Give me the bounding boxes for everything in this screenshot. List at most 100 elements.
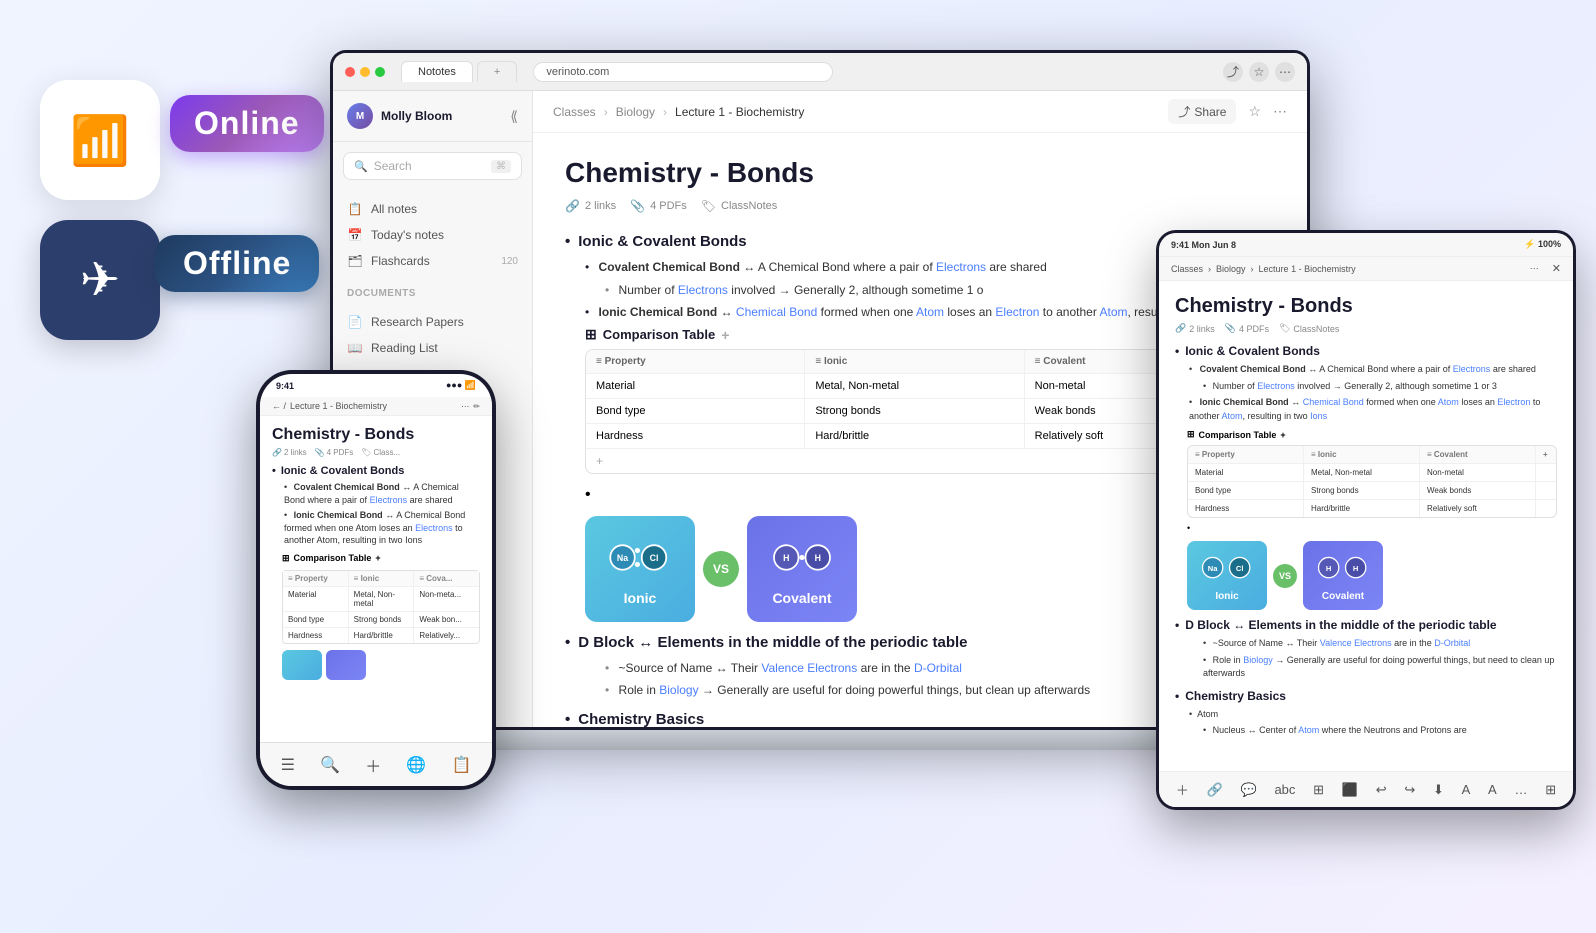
phone-back-btn[interactable]: ← /: [272, 401, 286, 411]
close-dot[interactable]: [345, 67, 355, 77]
sidebar-header: M Molly Bloom ⟪: [333, 91, 532, 142]
sidebar-item-today[interactable]: 📅 Today's notes: [333, 222, 532, 248]
phone-add-col-btn[interactable]: +: [375, 553, 380, 563]
toolbar-font-a-icon[interactable]: A: [1462, 782, 1471, 797]
breadcrumb-biology[interactable]: Biology: [616, 105, 655, 119]
phone-nav-menu[interactable]: ☰: [281, 755, 295, 775]
minimize-dot[interactable]: [360, 67, 370, 77]
tablet-frame: 9:41 Mon Jun 8 ⚡ 100% Classes › Biology …: [1156, 230, 1576, 810]
tablet-close-btn[interactable]: ✕: [1552, 262, 1561, 275]
tablet-breadcrumb-classes[interactable]: Classes: [1171, 264, 1203, 274]
tablet-cell-bond-covalent: Weak bonds: [1420, 482, 1536, 499]
browser-actions: ⤴ ☆ ⋯: [1223, 62, 1295, 82]
tablet-container: 9:41 Mon Jun 8 ⚡ 100% Classes › Biology …: [1156, 230, 1576, 810]
phone-content[interactable]: Chemistry - Bonds 🔗 2 links 📎 4 PDFs 🏷 C…: [260, 416, 492, 742]
tablet-add-col-btn[interactable]: +: [1280, 430, 1285, 440]
toolbar-comment-icon[interactable]: 💬: [1241, 782, 1257, 798]
tablet-atom-bullet: Atom: [1189, 708, 1557, 722]
breadcrumb-classes[interactable]: Classes: [553, 105, 596, 119]
pdfs-icon: 📎: [630, 199, 645, 213]
toolbar-redo-icon[interactable]: ↪: [1404, 782, 1415, 798]
cell-material-ionic: Metal, Non-metal: [805, 374, 1024, 398]
sidebar-search[interactable]: 🔍 Search ⌘: [343, 152, 522, 180]
toolbar-table-icon[interactable]: ⊞: [1313, 782, 1324, 798]
cell-hardness-prop: Hardness: [586, 424, 805, 448]
sidebar-item-research-papers[interactable]: 📄 Research Papers: [333, 309, 532, 335]
tablet-more-btn[interactable]: ⋯: [1530, 263, 1539, 274]
toolbar-font-b-icon[interactable]: A: [1488, 782, 1497, 797]
biology-link[interactable]: Biology: [659, 683, 698, 697]
tablet-ionic-covalent-heading: Ionic & Covalent Bonds: [1175, 344, 1557, 358]
tablet-cell-material-ionic: Metal, Non-metal: [1304, 464, 1420, 481]
browser-url-bar[interactable]: verinoto.com: [533, 62, 833, 82]
toolbar-block-icon[interactable]: ⬛: [1342, 782, 1358, 798]
phone-pdfs-meta: 📎 4 PDFs: [315, 448, 354, 457]
sidebar-collapse-button[interactable]: ⟪: [510, 108, 518, 125]
electrons-link[interactable]: Electrons: [936, 260, 986, 274]
tablet-signal: ⚡ 100%: [1524, 239, 1561, 250]
svg-text:H: H: [1326, 564, 1331, 573]
phone-cell-bond-prop: Bond type: [283, 612, 349, 627]
col-property: ≡ Property: [586, 350, 805, 373]
comparison-table-label: Comparison Table: [603, 327, 715, 342]
more-icon[interactable]: ⋯: [1275, 62, 1295, 82]
tablet-comparison-header: ⊞ Comparison Table +: [1187, 429, 1557, 440]
tablet-breadcrumb-biology[interactable]: Biology: [1216, 264, 1246, 274]
electrons-link-2[interactable]: Electrons: [678, 283, 728, 297]
phone-cell-material-covalent: Non-meta...: [414, 587, 479, 611]
star-button[interactable]: ☆: [1248, 103, 1261, 120]
toolbar-undo-icon[interactable]: ↩: [1376, 782, 1387, 798]
note-meta: 🔗 2 links 📎 4 PDFs 🏷 ClassNotes: [565, 199, 1275, 213]
wifi-widget: 📶: [40, 80, 160, 200]
classnotes-icon: 🏷: [701, 199, 716, 213]
electron-link[interactable]: Electron: [995, 305, 1039, 319]
research-papers-label: Research Papers: [371, 315, 464, 329]
phone-nav-web[interactable]: 🌐: [406, 755, 426, 775]
all-notes-icon: 📋: [347, 202, 363, 216]
breadcrumb-actions: ⤴ Share ☆ ⋯: [1168, 99, 1287, 124]
d-orbital-link[interactable]: D-Orbital: [914, 661, 962, 675]
toolbar-down-icon[interactable]: ⬇: [1433, 782, 1444, 798]
tablet-breadcrumb: Classes › Biology › Lecture 1 - Biochemi…: [1159, 257, 1573, 281]
share-icon[interactable]: ⤴: [1223, 62, 1243, 82]
phone-nav-notes[interactable]: 📋: [451, 755, 471, 775]
atom-link[interactable]: Atom: [916, 305, 944, 319]
more-button[interactable]: ⋯: [1273, 103, 1287, 120]
add-column-button[interactable]: +: [721, 327, 729, 343]
atom-link-2[interactable]: Atom: [1099, 305, 1127, 319]
phone-nav-search[interactable]: 🔍: [320, 755, 340, 775]
phone-class-meta: 🏷 Class...: [361, 448, 400, 457]
toolbar-more-icon[interactable]: …: [1514, 782, 1527, 797]
svg-text:H: H: [1353, 564, 1358, 573]
phone-more-btn[interactable]: ⋯: [461, 402, 469, 411]
browser-chrome: Nototes + verinoto.com ⤴ ☆ ⋯: [333, 53, 1307, 91]
sidebar-item-flashcards[interactable]: 🗂 Flashcards 120: [333, 248, 532, 274]
browser-tab-active[interactable]: Nototes: [401, 61, 473, 82]
chemical-bond-link[interactable]: Chemical Bond: [736, 305, 817, 319]
tablet-ionic-svg: Na Cl: [1197, 549, 1257, 587]
sidebar-item-all-notes[interactable]: 📋 All notes: [333, 196, 532, 222]
phone-breadcrumb: ← / Lecture 1 - Biochemistry ⋯ ✏: [260, 397, 492, 416]
add-row-button[interactable]: +: [586, 449, 613, 473]
star-icon[interactable]: ☆: [1249, 62, 1269, 82]
share-button[interactable]: ⤴ Share: [1168, 99, 1236, 124]
phone-col-covalent: ≡ Cova...: [414, 571, 479, 586]
toolbar-link-icon[interactable]: 🔗: [1207, 782, 1223, 798]
phone-edit-btn[interactable]: ✏: [473, 402, 480, 411]
tablet-screen: 9:41 Mon Jun 8 ⚡ 100% Classes › Biology …: [1159, 233, 1573, 807]
phone-nav-add[interactable]: ＋: [365, 753, 381, 777]
tablet-ionic-label: Ionic: [1215, 591, 1238, 602]
browser-tab-new[interactable]: +: [477, 61, 517, 82]
valence-electrons-link[interactable]: Valence Electrons: [761, 661, 857, 675]
cell-bond-prop: Bond type: [586, 399, 805, 423]
tablet-content[interactable]: Chemistry - Bonds 🔗 2 links 📎 4 PDFs 🏷 C…: [1159, 281, 1573, 771]
maximize-dot[interactable]: [375, 67, 385, 77]
tablet-cell-hardness-covalent: Relatively soft: [1420, 500, 1536, 517]
tablet-col-add[interactable]: +: [1536, 446, 1556, 463]
tablet-covalent-box: H H Covalent: [1303, 541, 1383, 610]
covalent-atom-svg: H H: [767, 532, 837, 582]
sidebar-item-reading-list[interactable]: 📖 Reading List: [333, 335, 532, 361]
toolbar-abc-icon[interactable]: abc: [1274, 782, 1295, 797]
toolbar-add-icon[interactable]: ＋: [1176, 780, 1189, 799]
toolbar-grid-icon[interactable]: ⊞: [1545, 782, 1556, 798]
